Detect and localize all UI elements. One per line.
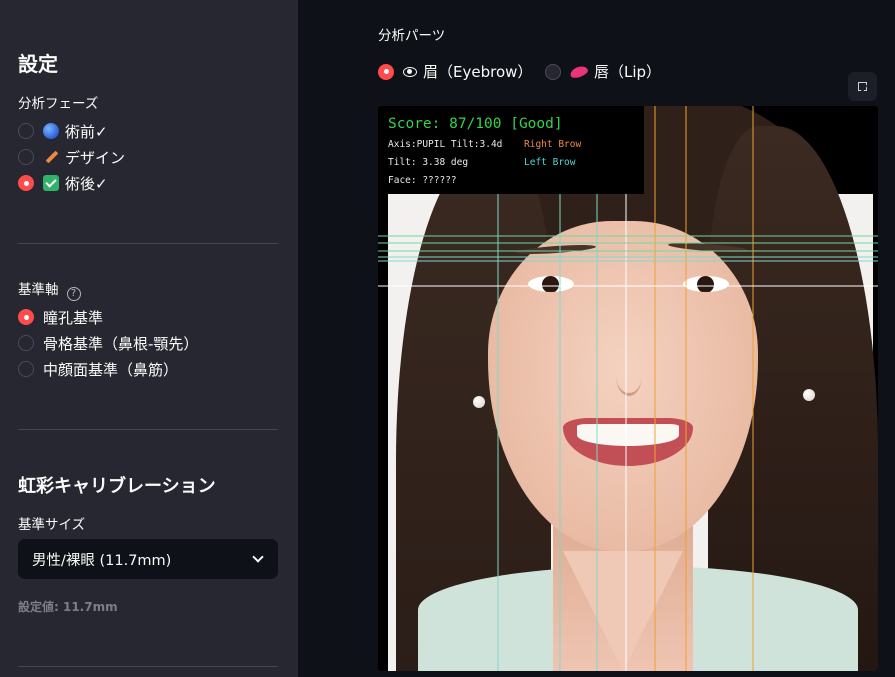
phase-option-design[interactable]: デザイン: [18, 147, 125, 167]
axis-label: 基準軸?: [18, 278, 81, 301]
phase-option-label: デザイン: [65, 148, 126, 167]
phase-option-post[interactable]: 術後✓: [18, 173, 108, 193]
setting-value-caption: 設定値: 11.7mm: [18, 600, 118, 614]
divider: [18, 666, 278, 667]
size-select[interactable]: 男性/裸眼 (11.7mm): [18, 539, 278, 579]
divider: [18, 429, 278, 430]
axis-option-pupil[interactable]: 瞳孔基準: [18, 307, 103, 327]
pencil-icon: [43, 149, 59, 165]
radio-button[interactable]: [18, 123, 34, 139]
axis-text: Axis:PUPIL Tilt:3.4d: [388, 139, 503, 150]
axis-label-text: 基準軸: [18, 282, 59, 298]
help-icon[interactable]: ?: [66, 287, 81, 301]
parts-option-lip[interactable]: 唇（Lip）: [545, 61, 661, 82]
sidebar: 設定 分析フェーズ 術前✓ デザイン 術後✓ 基準軸? 瞳孔基準 骨格基準（鼻根…: [0, 0, 298, 677]
score-text: Score: 87/100 [Good]: [388, 116, 563, 132]
parts-option-eyebrow[interactable]: 眉（Eyebrow）: [378, 61, 532, 82]
eye-icon: [403, 66, 417, 77]
phase-option-pre[interactable]: 術前✓: [18, 121, 108, 141]
fullscreen-icon: [858, 82, 867, 91]
size-label: 基準サイズ: [18, 517, 86, 533]
axis-option-midface[interactable]: 中顔面基準（鼻筋）: [18, 359, 178, 379]
radio-button[interactable]: [18, 149, 34, 165]
size-select-value: 男性/裸眼 (11.7mm): [32, 552, 172, 569]
divider: [18, 243, 278, 244]
analysis-image: Score: 87/100 [Good] Axis:PUPIL Tilt:3.4…: [378, 106, 878, 671]
axis-option-label: 中顔面基準（鼻筋）: [43, 360, 179, 379]
parts-option-label: 眉（Eyebrow）: [423, 63, 533, 81]
parts-label: 分析パーツ: [378, 28, 446, 44]
phase-option-label: 術後✓: [65, 174, 108, 193]
sidebar-title: 設定: [18, 52, 58, 76]
radio-button-selected[interactable]: [378, 63, 394, 80]
radio-button-selected[interactable]: [18, 309, 34, 325]
lips-icon: [568, 63, 590, 80]
axis-option-skeletal[interactable]: 骨格基準（鼻根-顎先）: [18, 333, 198, 353]
left-brow-legend: Left Brow: [524, 157, 576, 168]
phase-label: 分析フェーズ: [18, 96, 99, 112]
face-text: Face: ??????: [388, 175, 457, 186]
parts-option-label: 唇（Lip）: [594, 63, 662, 81]
axis-option-label: 瞳孔基準: [43, 308, 104, 327]
fullscreen-button[interactable]: [848, 72, 877, 101]
radio-button[interactable]: [18, 335, 34, 351]
radio-button[interactable]: [545, 63, 561, 80]
radio-button-selected[interactable]: [18, 175, 34, 191]
score-overlay-panel: Score: 87/100 [Good] Axis:PUPIL Tilt:3.4…: [378, 106, 644, 194]
iris-calibration-heading: 虹彩キャリブレーション: [18, 476, 216, 497]
right-brow-legend: Right Brow: [524, 139, 582, 150]
chevron-down-icon: [252, 551, 264, 563]
tilt-text: Tilt: 3.38 deg: [388, 157, 469, 168]
radio-button[interactable]: [18, 361, 34, 377]
phase-option-label: 術前✓: [65, 122, 108, 141]
globe-icon: [43, 123, 59, 139]
check-box-icon: [43, 175, 59, 191]
axis-option-label: 骨格基準（鼻根-顎先）: [43, 334, 199, 353]
